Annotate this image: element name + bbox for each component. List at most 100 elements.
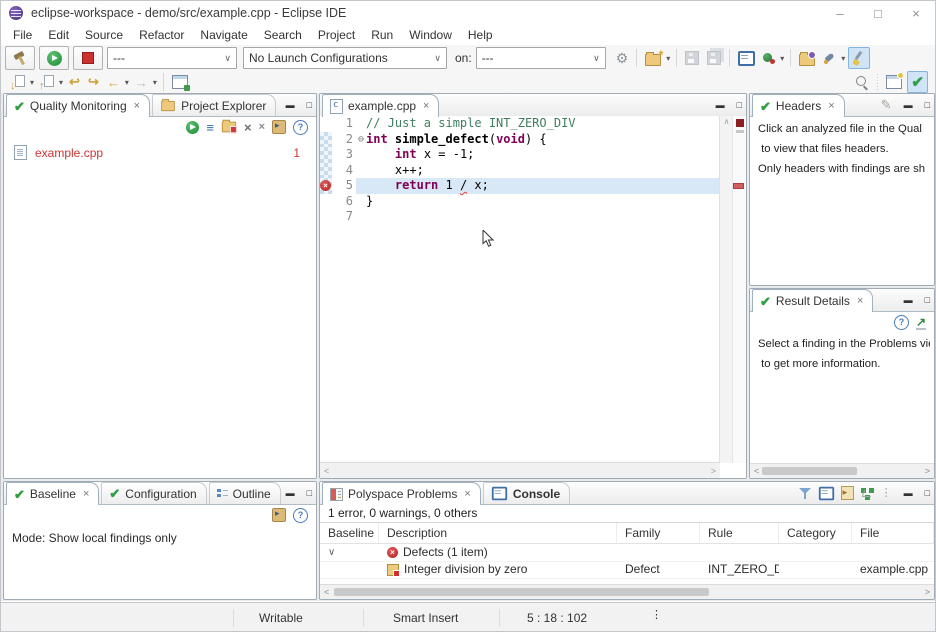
menu-project[interactable]: Project: [310, 26, 363, 44]
group-by-button[interactable]: [861, 488, 866, 493]
scroll-right-arrow[interactable]: >: [925, 587, 930, 597]
remove-result-button[interactable]: [222, 122, 236, 133]
minimize-panel-button[interactable]: ▬: [904, 488, 913, 498]
save-all-button[interactable]: [704, 48, 724, 68]
tab-polyspace-problems[interactable]: Polyspace Problems ×: [322, 482, 481, 505]
pencil-icon[interactable]: ✎: [881, 97, 892, 113]
annotations-toggle-button[interactable]: [848, 47, 870, 69]
editor-body[interactable]: 1// Just a simple INT_ZERO_DIV2⊖int simp…: [320, 116, 746, 478]
last-edit-location-button[interactable]: ↩: [66, 72, 83, 92]
close-icon[interactable]: ×: [423, 100, 429, 112]
minimize-panel-button[interactable]: ▬: [286, 100, 295, 110]
close-icon[interactable]: ×: [828, 100, 834, 112]
external-tools-dropdown[interactable]: ▾: [780, 54, 784, 63]
run-tool-dropdown[interactable]: ▾: [841, 54, 845, 63]
close-icon[interactable]: ×: [83, 488, 89, 500]
maximize-panel-button[interactable]: □: [925, 488, 930, 498]
problems-scrollbar[interactable]: < >: [320, 584, 934, 599]
fold-marker-icon[interactable]: ⊖: [356, 132, 366, 148]
clear-button[interactable]: ×: [244, 121, 252, 134]
search-button[interactable]: [852, 72, 872, 92]
stop-button[interactable]: [73, 46, 103, 70]
menu-file[interactable]: File: [5, 26, 40, 44]
import-button[interactable]: [796, 48, 818, 68]
editor-vertical-scrollbar[interactable]: ∧: [719, 116, 733, 463]
column-header-baseline[interactable]: Baseline: [320, 523, 379, 544]
view-menu-button[interactable]: ⋮: [881, 488, 892, 499]
menu-source[interactable]: Source: [77, 26, 131, 44]
column-header-family[interactable]: Family: [617, 523, 700, 544]
forward-dropdown[interactable]: ▾: [153, 78, 157, 87]
filter-icon[interactable]: [799, 487, 812, 500]
launch-config-combo[interactable]: No Launch Configurations ∨: [243, 47, 447, 69]
run-analysis-button[interactable]: [186, 121, 199, 134]
chevron-down-icon[interactable]: ∨: [328, 544, 335, 561]
menu-refactor[interactable]: Refactor: [131, 26, 192, 44]
tab-console[interactable]: Console: [483, 482, 570, 504]
column-header-description[interactable]: Description: [379, 523, 617, 544]
tab-quality-monitoring[interactable]: ✔ Quality Monitoring ×: [6, 94, 150, 117]
scroll-right-arrow[interactable]: >: [711, 466, 716, 476]
new-wizard-button[interactable]: [642, 48, 664, 68]
menu-help[interactable]: Help: [460, 26, 501, 44]
error-line-marker[interactable]: [733, 183, 744, 189]
build-button[interactable]: [5, 46, 35, 70]
minimize-panel-button[interactable]: ▬: [286, 488, 295, 498]
tab-example-cpp[interactable]: example.cpp ×: [322, 94, 439, 117]
tab-result-details[interactable]: ✔ Result Details ×: [752, 289, 873, 312]
back-dropdown[interactable]: ▾: [125, 78, 129, 87]
scroll-left-arrow[interactable]: <: [754, 466, 759, 476]
help-button[interactable]: ?: [293, 508, 308, 523]
open-perspective-button[interactable]: [883, 72, 905, 92]
close-icon[interactable]: ×: [464, 488, 470, 500]
help-button[interactable]: ?: [293, 120, 308, 135]
show-runs-button[interactable]: ≡: [206, 120, 214, 135]
view-menu-button[interactable]: [272, 120, 286, 134]
results-combo[interactable]: --- ∨: [107, 47, 237, 69]
table-row[interactable]: Integer division by zeroDefectINT_ZERO_D…: [320, 561, 934, 578]
next-edit-location-button[interactable]: ↪: [85, 72, 102, 92]
maximize-panel-button[interactable]: □: [737, 100, 742, 110]
launch-settings-button[interactable]: ⚙: [613, 48, 632, 68]
menu-edit[interactable]: Edit: [40, 26, 77, 44]
scrollbar-thumb[interactable]: [762, 467, 857, 475]
next-annotation-button[interactable]: ↓: [8, 72, 28, 92]
help-button[interactable]: ?: [894, 315, 909, 330]
scroll-right-arrow[interactable]: >: [925, 466, 930, 476]
forward-button[interactable]: →: [132, 72, 151, 92]
window-minimize-button[interactable]: –: [821, 6, 859, 21]
view-menu-button[interactable]: [272, 508, 286, 522]
tab-outline[interactable]: Outline: [209, 482, 281, 504]
close-icon[interactable]: ×: [134, 100, 140, 112]
open-console-button[interactable]: [735, 48, 758, 68]
tab-headers[interactable]: ✔ Headers ×: [752, 94, 845, 117]
column-header-rule[interactable]: Rule: [700, 523, 779, 544]
minimize-panel-button[interactable]: ▬: [904, 295, 913, 305]
minimize-panel-button[interactable]: ▬: [904, 100, 913, 110]
export-button[interactable]: [841, 486, 854, 500]
error-marker-icon[interactable]: ×: [320, 180, 331, 191]
column-header-category[interactable]: Category: [779, 523, 852, 544]
scroll-left-arrow[interactable]: <: [324, 466, 329, 476]
status-drag-handle[interactable]: ⋮: [651, 610, 662, 621]
launch-target-combo[interactable]: --- ∨: [476, 47, 606, 69]
maximize-panel-button[interactable]: □: [307, 488, 312, 498]
close-icon[interactable]: ×: [857, 295, 863, 307]
save-button[interactable]: [682, 48, 702, 68]
result-details-scrollbar[interactable]: < >: [750, 463, 934, 478]
minimize-panel-button[interactable]: ▬: [716, 100, 725, 110]
table-row[interactable]: ∨×Defects (1 item): [320, 544, 934, 561]
pin-view-button[interactable]: ↗: [916, 315, 926, 329]
scroll-left-arrow[interactable]: <: [324, 587, 329, 597]
menu-run[interactable]: Run: [363, 26, 401, 44]
polyspace-perspective-button[interactable]: ✔: [907, 71, 928, 93]
back-button[interactable]: ←: [104, 72, 123, 92]
window-maximize-button[interactable]: □: [859, 6, 897, 21]
column-header-file[interactable]: File: [852, 523, 934, 544]
previous-annotation-dropdown[interactable]: ▾: [59, 78, 63, 87]
previous-annotation-button[interactable]: ↑: [37, 72, 57, 92]
external-tools-button[interactable]: [760, 48, 778, 68]
show-console-button[interactable]: [818, 486, 833, 500]
scrollbar-thumb[interactable]: [334, 588, 709, 596]
code-area[interactable]: 1// Just a simple INT_ZERO_DIV2⊖int simp…: [320, 116, 720, 463]
